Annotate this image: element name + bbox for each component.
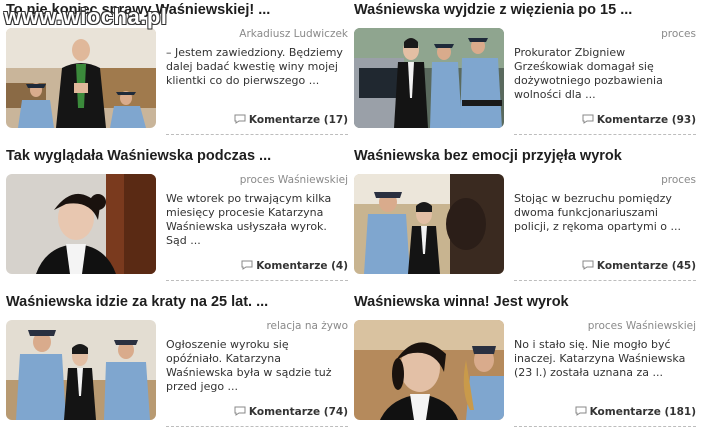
article-excerpt: Stojąc w bezruchu pomiędzy dwoma funkcjo…	[514, 192, 681, 233]
article-excerpt: Ogłoszenie wyroku się opóźniało. Katarzy…	[166, 338, 332, 393]
comments-count: Komentarze (45)	[596, 260, 696, 272]
comments-count: Komentarze (4)	[256, 260, 348, 272]
article-card: Waśniewska winna! Jest wyrok proces Waśn…	[348, 292, 696, 432]
article-title-link[interactable]: Waśniewska idzie za kraty na 25 lat. ...	[6, 294, 268, 310]
article-card: Waśniewska idzie za kraty na 25 lat. ...…	[0, 292, 348, 432]
article-thumbnail[interactable]	[354, 28, 504, 128]
comments-link[interactable]: Komentarze (93)	[582, 114, 696, 126]
article-excerpt: Prokurator Zbigniew Grześkowiak domagał …	[514, 46, 663, 101]
article-grid: To nie koniec sprawy Waśniewskiej! ... A…	[0, 0, 706, 432]
comment-bubble-icon	[234, 406, 246, 416]
divider	[514, 134, 696, 135]
article-tag[interactable]: proces	[661, 174, 696, 186]
divider	[514, 280, 696, 281]
article-title-link[interactable]: Waśniewska wyjdzie z więzienia po 15 ...	[354, 2, 632, 18]
article-author[interactable]: Arkadiusz Ludwiczek	[239, 28, 348, 40]
comment-bubble-icon	[234, 114, 246, 124]
comment-bubble-icon	[241, 260, 253, 270]
comment-bubble-icon	[582, 114, 594, 124]
article-title-link[interactable]: Tak wyglądała Waśniewska podczas ...	[6, 148, 271, 164]
article-excerpt: No i stało się. Nie mogło być inaczej. K…	[514, 338, 686, 379]
article-thumbnail[interactable]	[6, 174, 156, 274]
article-title-link[interactable]: Waśniewska winna! Jest wyrok	[354, 294, 569, 310]
comments-count: Komentarze (17)	[248, 114, 348, 126]
article-tag[interactable]: proces Waśniewskiej	[240, 174, 348, 186]
article-tag[interactable]: proces	[661, 28, 696, 40]
comments-count: Komentarze (181)	[589, 406, 696, 418]
divider	[166, 426, 348, 427]
article-card: Waśniewska bez emocji przyjęła wyrok pro…	[348, 146, 696, 286]
article-tag[interactable]: proces Waśniewskiej	[588, 320, 696, 332]
comments-count: Komentarze (74)	[248, 406, 348, 418]
divider	[166, 280, 348, 281]
article-excerpt: – Jestem zawiedziony. Będziemy dalej bad…	[166, 46, 343, 87]
article-thumbnail[interactable]	[354, 174, 504, 274]
article-thumbnail[interactable]	[354, 320, 504, 420]
article-card: Tak wyglądała Waśniewska podczas ... pro…	[0, 146, 348, 286]
comments-count: Komentarze (93)	[596, 114, 696, 126]
comments-link[interactable]: Komentarze (74)	[234, 406, 348, 418]
article-tag[interactable]: relacja na żywo	[266, 320, 348, 332]
comment-bubble-icon	[575, 406, 587, 416]
article-thumbnail[interactable]	[6, 28, 156, 128]
comments-link[interactable]: Komentarze (17)	[234, 114, 348, 126]
comments-link[interactable]: Komentarze (181)	[575, 406, 696, 418]
comments-link[interactable]: Komentarze (45)	[582, 260, 696, 272]
comment-bubble-icon	[582, 260, 594, 270]
article-title-link[interactable]: Waśniewska bez emocji przyjęła wyrok	[354, 148, 622, 164]
article-excerpt: We wtorek po trwającym kilka miesięcy pr…	[166, 192, 332, 247]
divider	[166, 134, 348, 135]
comments-link[interactable]: Komentarze (4)	[241, 260, 348, 272]
article-card: Waśniewska wyjdzie z więzienia po 15 ...	[348, 0, 696, 140]
divider	[514, 426, 696, 427]
article-thumbnail[interactable]	[6, 320, 156, 420]
watermark-logo: www.wiocha.pl	[4, 4, 168, 29]
